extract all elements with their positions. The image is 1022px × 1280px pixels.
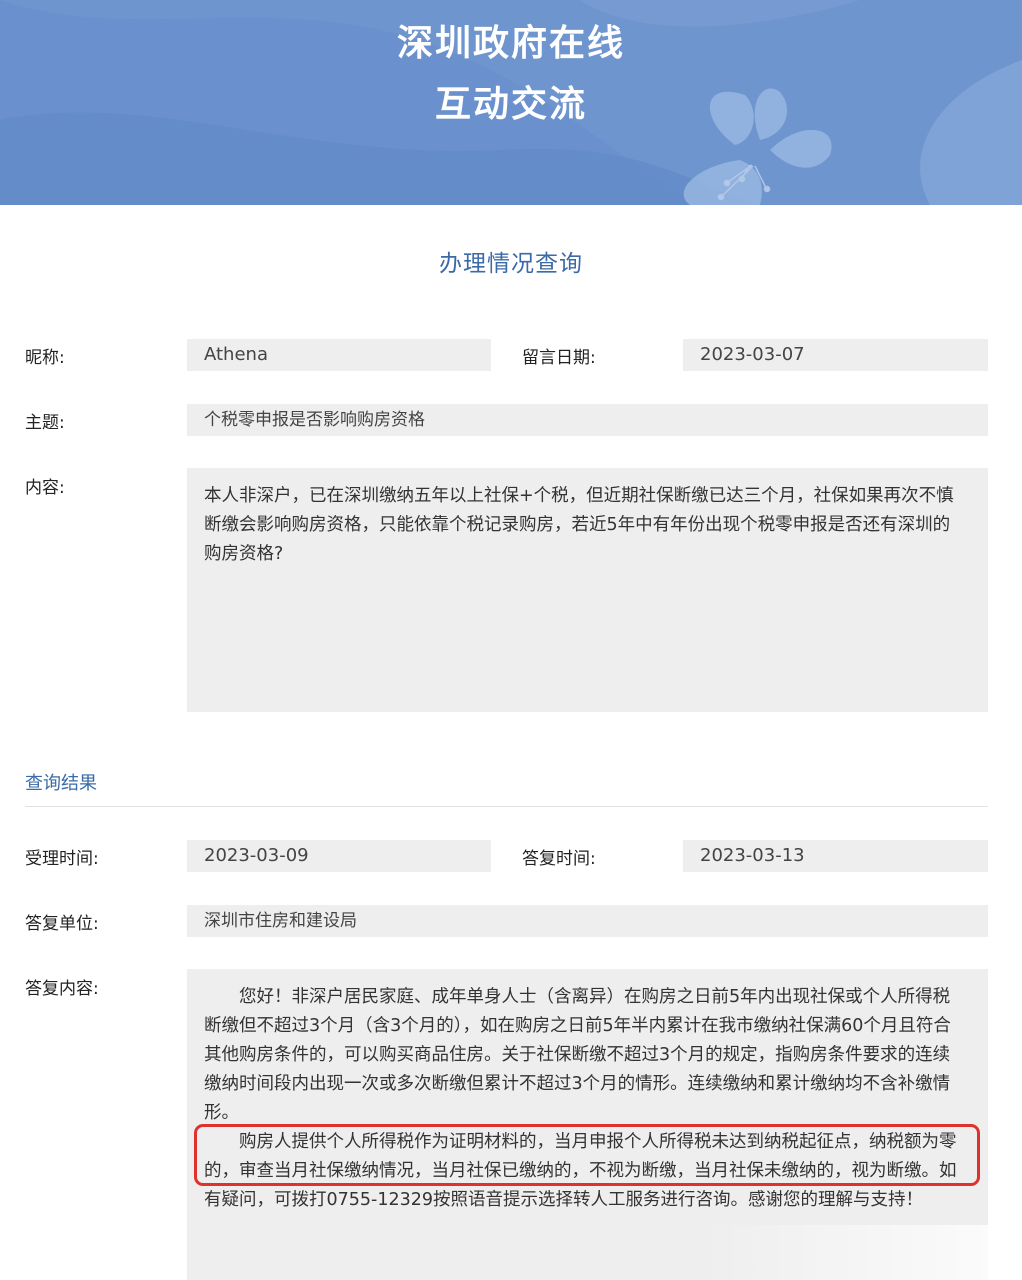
header-banner: 深圳政府在线 互动交流	[0, 0, 1022, 205]
content-label: 内容:	[25, 478, 65, 498]
reply-time-field: 2023-03-13	[683, 840, 988, 872]
page-title: 办理情况查询	[439, 251, 583, 277]
date-label: 留言日期:	[522, 348, 596, 368]
date-field: 2023-03-07	[683, 339, 988, 371]
content-field: 本人非深户，已在深圳缴纳五年以上社保+个税，但近期社保断缴已达三个月，社保如果再…	[187, 468, 988, 712]
banner-title-line1: 深圳政府在线	[396, 23, 625, 64]
divider	[25, 806, 988, 807]
subject-label: 主题:	[25, 413, 65, 433]
accept-time-field: 2023-03-09	[187, 840, 491, 872]
reply-paragraph-1: 您好！非深户居民家庭、成年单身人士（含离异）在购房之日前5年内出现社保或个人所得…	[204, 987, 951, 1123]
reply-time-label: 答复时间:	[522, 849, 596, 869]
reply-content-label: 答复内容:	[25, 979, 99, 999]
nickname-field: Athena	[187, 339, 491, 371]
nickname-label: 昵称:	[25, 348, 65, 368]
results-title: 查询结果	[25, 773, 97, 794]
subject-field: 个税零申报是否影响购房资格	[187, 404, 988, 436]
reply-unit-label: 答复单位:	[25, 914, 99, 934]
highlight-annotation	[194, 1124, 980, 1186]
reply-unit-field: 深圳市住房和建设局	[187, 905, 988, 937]
content-text: 本人非深户，已在深圳缴纳五年以上社保+个税，但近期社保断缴已达三个月，社保如果再…	[204, 486, 954, 564]
banner-title-line2: 互动交流	[434, 84, 587, 125]
accept-time-label: 受理时间:	[25, 849, 99, 869]
watermark-fade	[700, 1225, 1022, 1280]
